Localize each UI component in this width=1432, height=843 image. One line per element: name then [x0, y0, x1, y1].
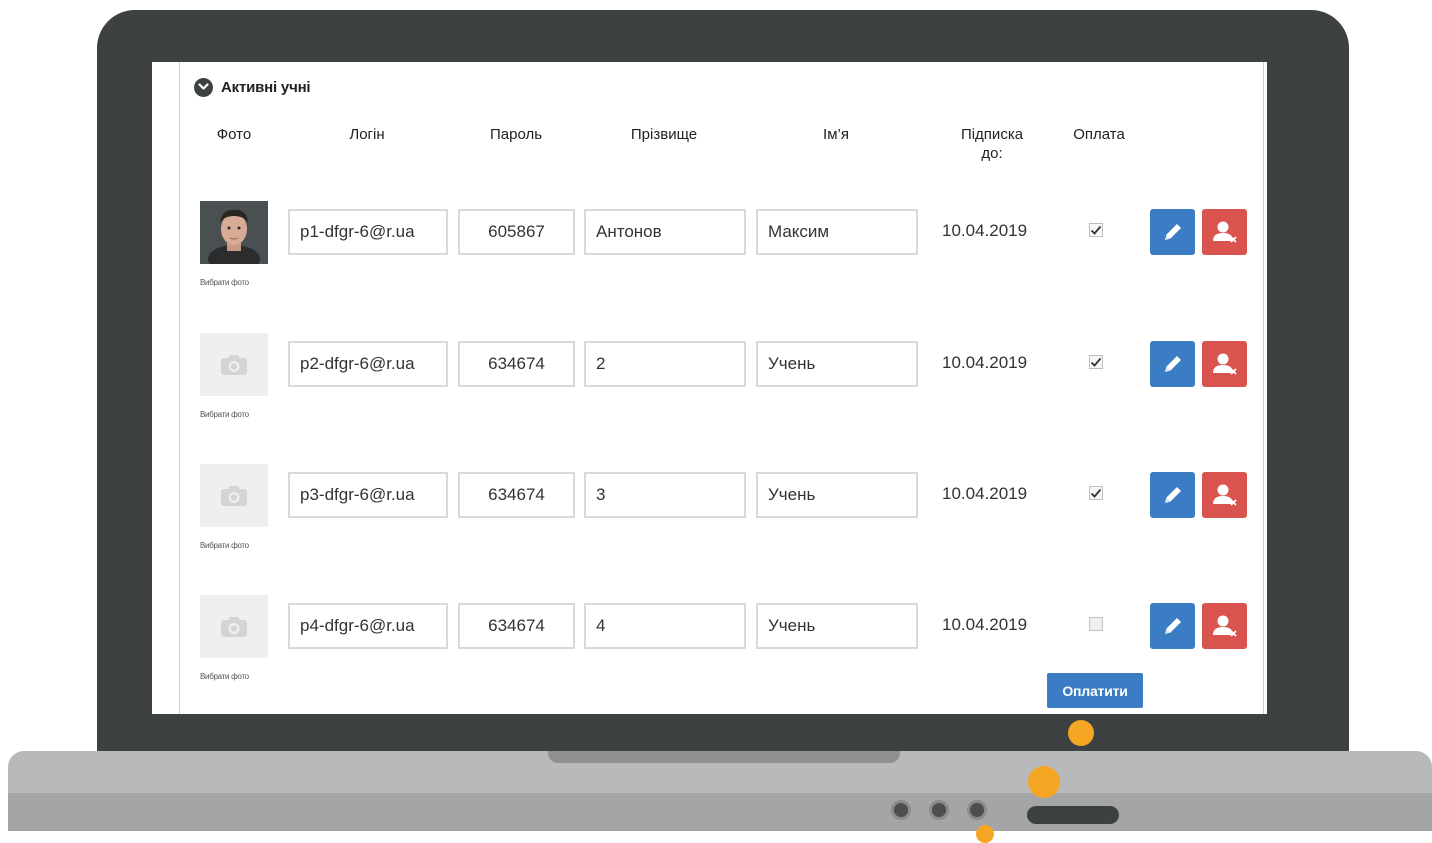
student-portrait-image — [200, 201, 268, 264]
highlight-dot — [1028, 766, 1060, 798]
highlight-dot — [1068, 720, 1094, 746]
choose-photo-link[interactable]: Вибрати фото — [200, 410, 249, 419]
password-field[interactable]: 634674 — [458, 603, 575, 649]
section-title: Активні учні — [221, 78, 311, 96]
laptop-port-2 — [929, 800, 949, 820]
camera-icon — [221, 485, 247, 506]
name-field[interactable]: Учень — [756, 472, 918, 518]
edit-student-button[interactable] — [1150, 341, 1195, 387]
name-field[interactable]: Учень — [756, 341, 918, 387]
choose-photo-link[interactable]: Вибрати фото — [200, 541, 249, 550]
table-row: Вибрати фото p1-dfgr-6@r.ua 605867 Антон… — [0, 201, 1432, 311]
login-field[interactable]: p3-dfgr-6@r.ua — [288, 472, 448, 518]
check-icon — [1090, 357, 1102, 367]
laptop-base-lower — [8, 793, 1432, 831]
subscription-date: 10.04.2019 — [942, 221, 1028, 240]
edit-student-button[interactable] — [1150, 472, 1195, 518]
payment-checkbox[interactable] — [1089, 486, 1103, 500]
choose-photo-link[interactable]: Вибрати фото — [200, 278, 249, 287]
password-field[interactable]: 605867 — [458, 209, 575, 255]
name-field[interactable]: Учень — [756, 603, 918, 649]
column-header-photo: Фото — [216, 126, 252, 143]
column-header-password: Пароль — [489, 126, 543, 143]
laptop-hinge — [548, 751, 900, 763]
column-header-surname: Прізвище — [630, 126, 698, 143]
pencil-icon — [1164, 356, 1181, 372]
check-icon — [1090, 225, 1102, 235]
payment-checkbox[interactable] — [1089, 617, 1103, 631]
laptop-slot — [1027, 806, 1119, 824]
remove-user-icon — [1212, 615, 1237, 637]
choose-photo-link[interactable]: Вибрати фото — [200, 672, 249, 681]
column-header-subscription: Підписка до: — [960, 126, 1024, 162]
table-row: Вибрати фото p3-dfgr-6@r.ua 634674 3 Уче… — [0, 464, 1432, 574]
login-field[interactable]: p4-dfgr-6@r.ua — [288, 603, 448, 649]
camera-icon — [221, 354, 247, 375]
payment-checkbox[interactable] — [1089, 223, 1103, 237]
section-toggle[interactable]: Активні учні — [194, 76, 311, 98]
password-field[interactable]: 634674 — [458, 472, 575, 518]
payment-checkbox[interactable] — [1089, 355, 1103, 369]
surname-field[interactable]: 2 — [584, 341, 746, 387]
delete-student-button[interactable] — [1202, 341, 1247, 387]
login-field[interactable]: p1-dfgr-6@r.ua — [288, 209, 448, 255]
column-header-name: Ім’я — [823, 126, 849, 143]
laptop-port-3 — [967, 800, 987, 820]
highlight-dot — [976, 825, 994, 843]
surname-field[interactable]: 4 — [584, 603, 746, 649]
name-field[interactable]: Максим — [756, 209, 918, 255]
photo-placeholder[interactable] — [200, 595, 268, 658]
photo-placeholder[interactable] — [200, 333, 268, 396]
column-header-payment: Оплата — [1073, 126, 1125, 143]
delete-student-button[interactable] — [1202, 472, 1247, 518]
edit-student-button[interactable] — [1150, 209, 1195, 255]
surname-field[interactable]: 3 — [584, 472, 746, 518]
student-photo[interactable] — [200, 201, 268, 264]
remove-user-icon — [1212, 484, 1237, 506]
column-header-login: Логін — [349, 126, 385, 143]
delete-student-button[interactable] — [1202, 209, 1247, 255]
subscription-date: 10.04.2019 — [942, 615, 1028, 634]
pencil-icon — [1164, 224, 1181, 240]
edit-student-button[interactable] — [1150, 603, 1195, 649]
password-field[interactable]: 634674 — [458, 341, 575, 387]
remove-user-icon — [1212, 353, 1237, 375]
login-field[interactable]: p2-dfgr-6@r.ua — [288, 341, 448, 387]
subscription-date: 10.04.2019 — [942, 484, 1028, 503]
table-row: Вибрати фото p4-dfgr-6@r.ua 634674 4 Уче… — [0, 595, 1432, 705]
pencil-icon — [1164, 618, 1181, 634]
camera-icon — [221, 616, 247, 637]
check-icon — [1090, 488, 1102, 498]
photo-placeholder[interactable] — [200, 464, 268, 527]
delete-student-button[interactable] — [1202, 603, 1247, 649]
surname-field[interactable]: Антонов — [584, 209, 746, 255]
subscription-date: 10.04.2019 — [942, 353, 1028, 372]
pay-button[interactable]: Оплатити — [1047, 673, 1143, 708]
chevron-down-icon — [194, 77, 213, 97]
table-row: Вибрати фото p2-dfgr-6@r.ua 634674 2 Уче… — [0, 333, 1432, 443]
remove-user-icon — [1212, 221, 1237, 243]
laptop-port-1 — [891, 800, 911, 820]
pencil-icon — [1164, 487, 1181, 503]
